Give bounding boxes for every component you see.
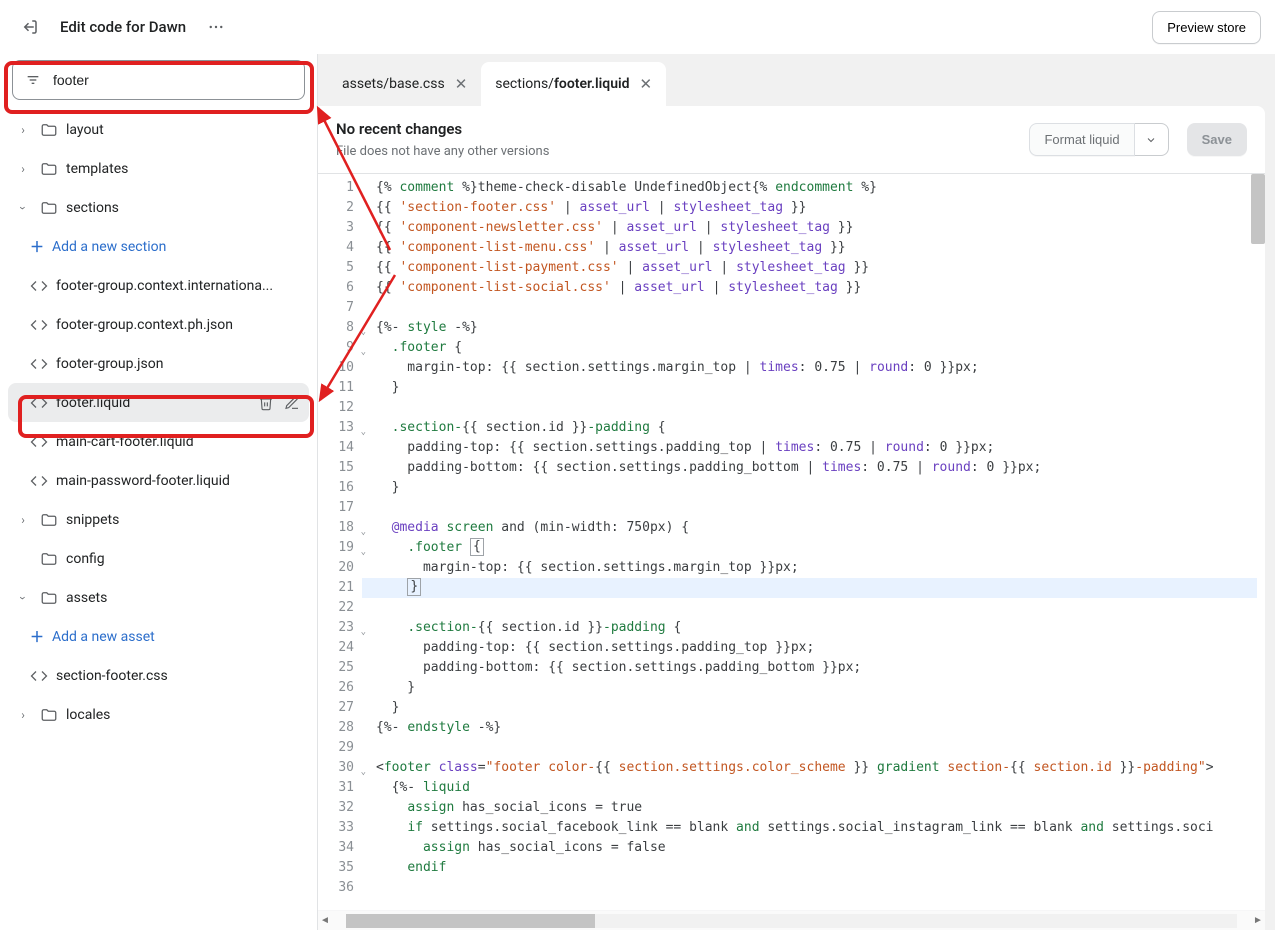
file-item[interactable]: main-password-footer.liquid — [8, 461, 309, 500]
plus-icon: ＋ — [30, 237, 44, 257]
scroll-left-arrow[interactable]: ◄ — [318, 915, 332, 926]
format-liquid-group: Format liquid — [1029, 123, 1168, 156]
preview-store-button[interactable]: Preview store — [1152, 11, 1261, 44]
folder-label: config — [66, 551, 303, 567]
version-title: No recent changes — [336, 120, 549, 138]
file-search-box[interactable] — [12, 60, 305, 100]
editor-tab-active[interactable]: sections/footer.liquid ✕ — [481, 62, 666, 106]
file-item[interactable]: footer-group.context.internationa... — [8, 266, 309, 305]
chevron-right-icon: › — [14, 123, 32, 137]
folder-layout[interactable]: › layout — [8, 110, 309, 149]
file-tree[interactable]: › layout › templates › sections ＋ Add a … — [0, 110, 317, 920]
top-bar: Edit code for Dawn Preview store — [0, 0, 1275, 54]
close-tab-button[interactable]: ✕ — [455, 77, 468, 92]
folder-label: sections — [66, 200, 303, 216]
folder-assets[interactable]: › assets — [8, 578, 309, 617]
folder-icon — [40, 706, 58, 724]
vertical-scrollbar[interactable] — [1251, 174, 1265, 244]
file-item[interactable]: footer-group.json — [8, 344, 309, 383]
code-file-icon — [30, 667, 48, 685]
plus-icon: ＋ — [30, 627, 44, 647]
add-asset-label: Add a new asset — [52, 629, 303, 645]
editor-toolbar: No recent changes File does not have any… — [318, 106, 1265, 174]
folder-sections[interactable]: › sections — [8, 188, 309, 227]
editor-tabs: assets/base.css ✕ sections/footer.liquid… — [318, 62, 1265, 106]
chevron-right-icon: › — [14, 162, 32, 176]
chevron-right-icon: › — [14, 708, 32, 722]
code-file-icon — [30, 355, 48, 373]
code-file-icon — [30, 433, 48, 451]
code-editor[interactable]: 12345678⌄9⌄10111213⌄1415161718⌄19⌄202122… — [318, 174, 1265, 910]
chevron-right-icon: › — [14, 513, 32, 527]
folder-icon — [40, 589, 58, 607]
delete-file-button[interactable] — [255, 392, 277, 414]
editor-tab[interactable]: assets/base.css ✕ — [328, 62, 481, 106]
exit-button[interactable] — [14, 11, 46, 43]
scrollbar-thumb[interactable] — [346, 914, 595, 928]
add-section-link[interactable]: ＋ Add a new section — [8, 227, 309, 266]
horizontal-scrollbar[interactable]: ◄ ► — [318, 910, 1265, 930]
code-file-icon — [30, 316, 48, 334]
folder-label: templates — [66, 161, 303, 177]
folder-icon — [40, 550, 58, 568]
file-label: footer-group.context.ph.json — [56, 317, 303, 333]
folder-locales[interactable]: › locales — [8, 695, 309, 734]
file-search-input[interactable] — [51, 71, 292, 89]
folder-snippets[interactable]: › snippets — [8, 500, 309, 539]
folder-icon — [40, 511, 58, 529]
file-item[interactable]: main-cart-footer.liquid — [8, 422, 309, 461]
file-label: main-password-footer.liquid — [56, 473, 303, 489]
add-asset-link[interactable]: ＋ Add a new asset — [8, 617, 309, 656]
file-sidebar: › layout › templates › sections ＋ Add a … — [0, 54, 318, 930]
folder-templates[interactable]: › templates — [8, 149, 309, 188]
more-actions-button[interactable] — [200, 11, 232, 43]
file-label: main-cart-footer.liquid — [56, 434, 303, 450]
folder-label: assets — [66, 590, 303, 606]
file-item-active[interactable]: footer.liquid — [8, 383, 309, 422]
file-label: section-footer.css — [56, 668, 303, 684]
file-label: footer-group.context.internationa... — [56, 278, 303, 294]
tab-label: sections/footer.liquid — [495, 76, 629, 92]
file-item[interactable]: footer-group.context.ph.json — [8, 305, 309, 344]
rename-file-button[interactable] — [281, 392, 303, 414]
file-label: footer.liquid — [56, 395, 247, 411]
close-tab-button[interactable]: ✕ — [640, 77, 653, 92]
chevron-down-icon: › — [16, 199, 30, 217]
add-section-label: Add a new section — [52, 239, 303, 255]
line-gutter: 12345678⌄9⌄10111213⌄1415161718⌄19⌄202122… — [318, 174, 362, 910]
code-file-icon — [30, 472, 48, 490]
code-content[interactable]: {% comment %}theme-check-disable Undefin… — [362, 174, 1265, 910]
code-file-icon — [30, 277, 48, 295]
page-title: Edit code for Dawn — [60, 18, 186, 36]
folder-config[interactable]: config — [8, 539, 309, 578]
chevron-down-icon: › — [16, 589, 30, 607]
format-options-dropdown[interactable] — [1135, 123, 1169, 156]
folder-label: locales — [66, 707, 303, 723]
folder-label: layout — [66, 122, 303, 138]
version-subtitle: File does not have any other versions — [336, 144, 549, 159]
format-liquid-button[interactable]: Format liquid — [1029, 123, 1134, 156]
tab-label: assets/base.css — [342, 76, 445, 92]
folder-icon — [40, 199, 58, 217]
folder-label: snippets — [66, 512, 303, 528]
code-file-icon — [30, 394, 48, 412]
folder-icon — [40, 160, 58, 178]
file-item[interactable]: section-footer.css — [8, 656, 309, 695]
filter-icon — [25, 72, 41, 88]
scroll-right-arrow[interactable]: ► — [1251, 915, 1265, 926]
editor-area: assets/base.css ✕ sections/footer.liquid… — [318, 54, 1275, 930]
save-button[interactable]: Save — [1187, 123, 1247, 156]
folder-icon — [40, 121, 58, 139]
file-label: footer-group.json — [56, 356, 303, 372]
